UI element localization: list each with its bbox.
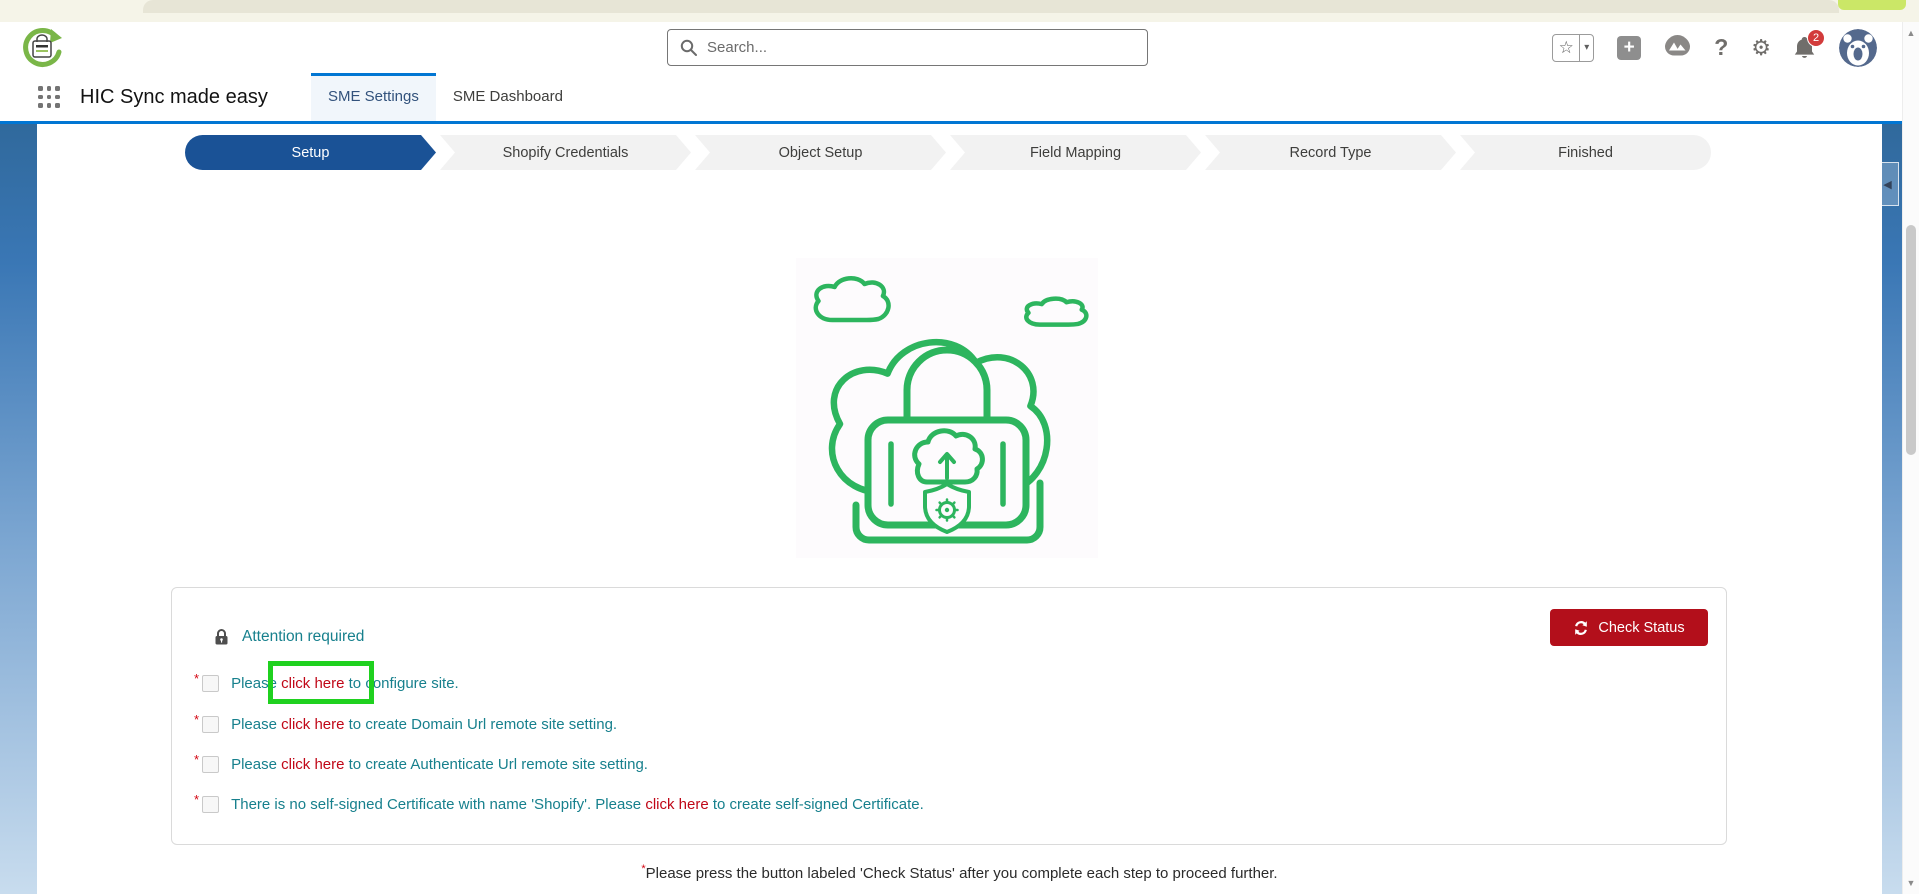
path-step-shopify-credentials[interactable]: Shopify Credentials <box>440 135 691 170</box>
app-nav-bar: HIC Sync made easy SME Settings SME Dash… <box>0 73 1919 124</box>
required-asterisk: * <box>194 792 200 807</box>
path-step-label: Object Setup <box>778 144 863 161</box>
check-status-button[interactable]: Check Status <box>1550 609 1708 646</box>
notifications-bell-icon[interactable]: 2 <box>1794 28 1825 60</box>
checklist-item: * Please click here to create Domain Url… <box>194 713 617 735</box>
favorites-control[interactable]: ☆ ▾ <box>1552 33 1595 62</box>
path-step-label: Field Mapping <box>1029 144 1122 161</box>
search-icon <box>680 39 697 56</box>
app-launcher-icon[interactable] <box>38 86 61 109</box>
scroll-up-icon[interactable]: ▲ <box>1903 28 1919 38</box>
item-text: Please <box>231 715 282 733</box>
scrollbar-thumb[interactable] <box>1906 225 1916 455</box>
click-here-link[interactable]: click here <box>645 796 708 813</box>
search-placeholder: Search... <box>707 39 768 56</box>
collapse-arrow-icon: ◀ <box>1883 178 1892 191</box>
checklist-item: * There is no self-signed Certificate wi… <box>194 793 924 815</box>
checkbox[interactable] <box>202 674 220 692</box>
page-content: Setup Shopify Credentials Object Setup F… <box>0 124 1919 894</box>
required-asterisk: * <box>194 671 200 686</box>
click-here-link[interactable]: click here <box>281 716 344 733</box>
path-step-setup[interactable]: Setup <box>185 135 436 170</box>
checkbox[interactable] <box>202 715 220 733</box>
notification-badge: 2 <box>1807 28 1825 47</box>
help-icon[interactable]: ? <box>1714 34 1728 61</box>
checkbox[interactable] <box>202 755 220 773</box>
click-here-link[interactable]: click here <box>281 756 344 773</box>
vertical-scrollbar[interactable]: ▲ ▼ <box>1902 22 1919 894</box>
item-text: Please <box>231 755 282 773</box>
favorites-star-icon[interactable]: ☆ <box>1553 35 1579 61</box>
browser-top-strip <box>0 0 1919 22</box>
path-step-finished[interactable]: Finished <box>1460 135 1711 170</box>
path-step-record-type[interactable]: Record Type <box>1205 135 1456 170</box>
avatar[interactable] <box>1839 28 1877 67</box>
setup-gear-icon[interactable]: ⚙ <box>1751 36 1771 59</box>
item-text: to create Domain Url remote site setting… <box>344 715 618 733</box>
required-asterisk: * <box>194 752 200 767</box>
item-text: There is no self-signed Certificate with… <box>231 795 646 813</box>
checklist-item: * Please click here to create Authentica… <box>194 753 648 775</box>
refresh-icon <box>1575 620 1588 635</box>
security-cloud-illustration <box>796 258 1098 558</box>
favorites-caret-icon[interactable]: ▾ <box>1579 34 1593 61</box>
path-step-label: Shopify Credentials <box>502 144 629 161</box>
setup-progress-path: Setup Shopify Credentials Object Setup F… <box>185 135 1711 170</box>
lock-icon <box>215 629 228 645</box>
background-strip-right <box>1882 124 1902 894</box>
tab-sme-settings[interactable]: SME Settings <box>311 73 436 121</box>
path-step-object-setup[interactable]: Object Setup <box>695 135 946 170</box>
app-logo-icon <box>20 25 64 71</box>
panel-title: Attention required <box>242 628 365 645</box>
annotation-highlight-rectangle <box>268 661 374 704</box>
browser-tab-band <box>143 0 1839 13</box>
item-text: to create self-signed Certificate. <box>708 795 924 813</box>
tab-sme-dashboard[interactable]: SME Dashboard <box>436 73 580 121</box>
browser-green-pill <box>1838 0 1906 10</box>
path-step-field-mapping[interactable]: Field Mapping <box>950 135 1201 170</box>
footer-note-text: Please press the button labeled 'Check S… <box>645 865 1278 882</box>
scroll-down-icon[interactable]: ▼ <box>1903 878 1919 888</box>
background-strip-left <box>0 124 37 894</box>
app-name: HIC Sync made easy <box>80 86 268 108</box>
global-header: Search... ☆ ▾ + ? ⚙ 2 <box>0 22 1919 73</box>
footer-note: *Please press the button labeled 'Check … <box>37 863 1882 882</box>
required-asterisk: * <box>194 712 200 727</box>
collapse-panel-handle[interactable]: ◀ <box>1876 162 1899 206</box>
main-area: Setup Shopify Credentials Object Setup F… <box>37 124 1882 894</box>
item-text: to create Authenticate Url remote site s… <box>344 755 648 773</box>
path-step-label: Setup <box>291 144 330 161</box>
check-status-label: Check Status <box>1598 619 1685 636</box>
path-step-label: Finished <box>1558 144 1613 161</box>
checkbox[interactable] <box>202 795 220 813</box>
nav-tabs: SME Settings SME Dashboard <box>311 73 580 121</box>
path-step-label: Record Type <box>1289 144 1372 161</box>
search-input[interactable]: Search... <box>667 29 1148 66</box>
attention-panel: Attention required Check Status * Please… <box>171 587 1727 845</box>
trailhead-icon[interactable] <box>1664 34 1691 62</box>
global-add-button[interactable]: + <box>1617 35 1642 60</box>
